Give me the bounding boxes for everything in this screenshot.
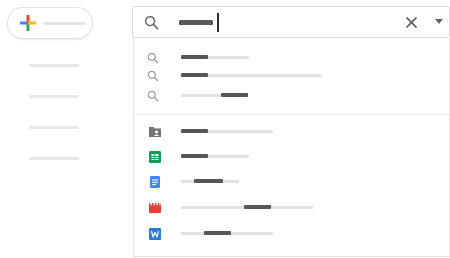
plus-icon: [20, 15, 36, 31]
file-suggestion[interactable]: [134, 198, 449, 218]
matched-text: [244, 205, 271, 209]
nav-item[interactable]: [29, 64, 79, 67]
suggestion-text: [207, 56, 249, 59]
matched-text: [194, 179, 223, 183]
matched-text: [181, 129, 208, 133]
shared-folder-icon: [149, 127, 161, 137]
search-box[interactable]: [132, 6, 450, 38]
divider: [134, 114, 449, 115]
video-icon: [149, 203, 161, 213]
search-icon: [147, 70, 159, 82]
matched-text: [181, 154, 208, 158]
search-input[interactable]: [179, 20, 213, 25]
query-suggestion[interactable]: [134, 86, 449, 106]
new-button[interactable]: [7, 7, 93, 39]
caret-down-icon[interactable]: [435, 19, 443, 25]
file-name: [207, 130, 273, 133]
text-caret: [217, 13, 219, 32]
close-icon[interactable]: [405, 16, 418, 29]
search-icon: [147, 90, 159, 102]
search-suggestions-dropdown: [133, 38, 450, 257]
query-suggestion[interactable]: [134, 66, 449, 86]
suggestion-text: [207, 74, 322, 77]
matched-text: [181, 73, 208, 77]
nav-item[interactable]: [29, 95, 79, 98]
nav-item[interactable]: [29, 126, 79, 129]
docs-icon: [150, 176, 160, 188]
word-icon: [149, 228, 161, 240]
new-button-label: [43, 22, 86, 25]
search-icon: [147, 52, 159, 64]
sheets-icon: [149, 151, 161, 163]
search-icon[interactable]: [144, 15, 159, 30]
file-suggestion[interactable]: [134, 224, 449, 244]
file-name: [207, 155, 249, 158]
matched-text: [221, 93, 248, 97]
file-suggestion[interactable]: [134, 172, 449, 192]
query-suggestion[interactable]: [134, 48, 449, 68]
file-suggestion[interactable]: [134, 147, 449, 167]
file-suggestion[interactable]: [134, 122, 449, 142]
suggestion-text: [181, 94, 221, 97]
matched-text: [181, 55, 208, 59]
nav-item[interactable]: [29, 157, 79, 160]
matched-text: [204, 231, 231, 235]
